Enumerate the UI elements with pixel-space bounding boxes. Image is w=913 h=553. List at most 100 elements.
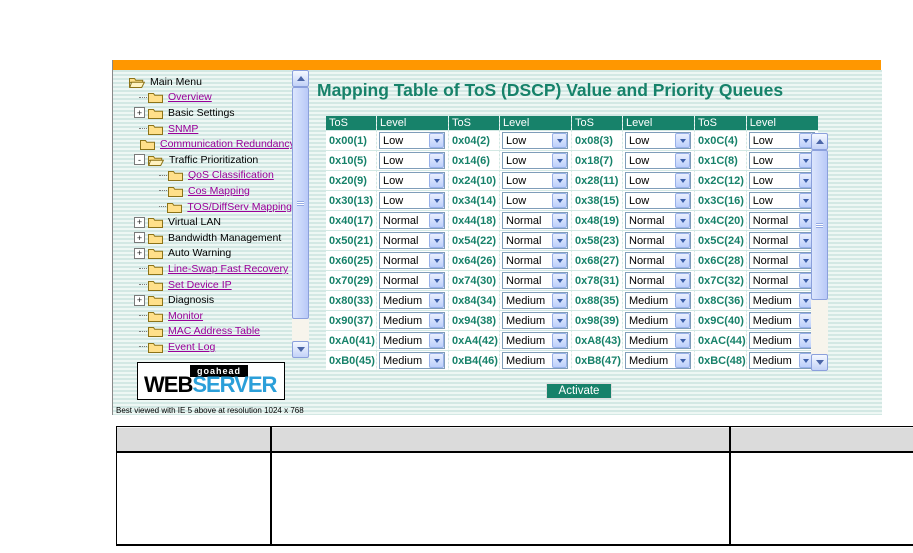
chevron-down-icon[interactable] xyxy=(552,313,567,328)
expand-icon[interactable]: + xyxy=(134,216,145,228)
level-select[interactable]: Low xyxy=(748,192,815,209)
level-select[interactable]: Medium xyxy=(748,292,815,309)
chevron-down-icon[interactable] xyxy=(552,353,567,368)
chevron-down-icon[interactable] xyxy=(552,253,567,268)
level-select[interactable]: Low xyxy=(625,192,691,209)
chevron-down-icon[interactable] xyxy=(429,273,444,288)
chevron-down-icon[interactable] xyxy=(675,233,690,248)
level-select[interactable]: Low xyxy=(502,172,568,189)
sidebar-item[interactable]: Communication Redundancy xyxy=(113,136,292,152)
chevron-down-icon[interactable] xyxy=(675,313,690,328)
level-select[interactable]: Normal xyxy=(748,232,815,249)
chevron-down-icon[interactable] xyxy=(675,173,690,188)
sidebar-item[interactable]: MAC Address Table xyxy=(113,324,292,340)
sidebar-scrollbar-thumb[interactable] xyxy=(292,87,309,319)
level-select[interactable]: Medium xyxy=(379,312,445,329)
level-select[interactable]: Low xyxy=(379,132,445,149)
sidebar-item-label[interactable]: TOS/DiffServ Mapping xyxy=(187,201,292,213)
level-select[interactable]: Medium xyxy=(748,312,815,329)
sidebar-item-label[interactable]: MAC Address Table xyxy=(168,325,260,337)
chevron-down-icon[interactable] xyxy=(675,273,690,288)
chevron-down-icon[interactable] xyxy=(675,193,690,208)
level-select[interactable]: Low xyxy=(379,152,445,169)
sidebar-item-label[interactable]: Communication Redundancy xyxy=(160,138,292,150)
level-select[interactable]: Normal xyxy=(502,232,568,249)
level-select[interactable]: Medium xyxy=(625,332,691,349)
sidebar-item[interactable]: Cos Mapping xyxy=(113,183,292,199)
sidebar-item-label[interactable]: Event Log xyxy=(168,341,215,353)
chevron-down-icon[interactable] xyxy=(429,153,444,168)
level-select[interactable]: Normal xyxy=(502,212,568,229)
sidebar-item[interactable]: Set Device IP xyxy=(113,277,292,293)
sidebar-item[interactable]: Line-Swap Fast Recovery xyxy=(113,261,292,277)
chevron-down-icon[interactable] xyxy=(552,333,567,348)
chevron-down-icon[interactable] xyxy=(429,313,444,328)
table-scrollbar-track[interactable] xyxy=(811,150,828,354)
level-select[interactable]: Normal xyxy=(748,212,815,229)
sidebar-item[interactable]: TOS/DiffServ Mapping xyxy=(113,199,292,215)
level-select[interactable]: Low xyxy=(502,132,568,149)
chevron-down-icon[interactable] xyxy=(675,253,690,268)
level-select[interactable]: Normal xyxy=(502,252,568,269)
sidebar-item[interactable]: SNMP xyxy=(113,121,292,137)
level-select[interactable]: Normal xyxy=(379,272,445,289)
level-select[interactable]: Medium xyxy=(625,312,691,329)
expand-icon[interactable]: + xyxy=(134,294,145,306)
chevron-down-icon[interactable] xyxy=(552,133,567,148)
level-select[interactable]: Normal xyxy=(625,272,691,289)
level-select[interactable]: Medium xyxy=(748,332,815,349)
sidebar-item-label[interactable]: Set Device IP xyxy=(168,279,232,291)
level-select[interactable]: Normal xyxy=(502,272,568,289)
chevron-down-icon[interactable] xyxy=(552,273,567,288)
sidebar-item[interactable]: Overview xyxy=(113,90,292,106)
level-select[interactable]: Low xyxy=(748,132,815,149)
chevron-down-icon[interactable] xyxy=(675,293,690,308)
level-select[interactable]: Low xyxy=(625,152,691,169)
level-select[interactable]: Medium xyxy=(502,312,568,329)
collapse-icon[interactable]: - xyxy=(134,154,145,166)
level-select[interactable]: Medium xyxy=(379,292,445,309)
chevron-down-icon[interactable] xyxy=(429,333,444,348)
level-select[interactable]: Medium xyxy=(625,352,691,369)
level-select[interactable]: Low xyxy=(625,132,691,149)
level-select[interactable]: Medium xyxy=(748,352,815,369)
chevron-down-icon[interactable] xyxy=(675,353,690,368)
chevron-down-icon[interactable] xyxy=(429,353,444,368)
chevron-down-icon[interactable] xyxy=(675,133,690,148)
level-select[interactable]: Medium xyxy=(502,332,568,349)
chevron-down-icon[interactable] xyxy=(429,213,444,228)
level-select[interactable]: Normal xyxy=(379,232,445,249)
level-select[interactable]: Low xyxy=(502,192,568,209)
scroll-up-button[interactable] xyxy=(292,70,309,87)
table-scrollbar[interactable] xyxy=(811,133,828,371)
chevron-down-icon[interactable] xyxy=(675,333,690,348)
sidebar-item[interactable]: Event Log xyxy=(113,339,292,355)
chevron-down-icon[interactable] xyxy=(552,233,567,248)
chevron-down-icon[interactable] xyxy=(429,173,444,188)
chevron-down-icon[interactable] xyxy=(675,213,690,228)
level-select[interactable]: Normal xyxy=(748,252,815,269)
expand-icon[interactable]: + xyxy=(134,247,145,259)
sidebar-item[interactable]: QoS Classification xyxy=(113,168,292,184)
chevron-down-icon[interactable] xyxy=(552,193,567,208)
level-select[interactable]: Low xyxy=(625,172,691,189)
level-select[interactable]: Medium xyxy=(502,292,568,309)
level-select[interactable]: Low xyxy=(379,172,445,189)
chevron-down-icon[interactable] xyxy=(429,293,444,308)
level-select[interactable]: Normal xyxy=(748,272,815,289)
chevron-down-icon[interactable] xyxy=(429,133,444,148)
chevron-down-icon[interactable] xyxy=(429,233,444,248)
expand-icon[interactable]: + xyxy=(134,232,145,244)
sidebar-scrollbar-track[interactable] xyxy=(292,87,309,341)
sidebar-item-label[interactable]: Cos Mapping xyxy=(188,185,250,197)
level-select[interactable]: Medium xyxy=(625,292,691,309)
level-select[interactable]: Medium xyxy=(379,352,445,369)
level-select[interactable]: Normal xyxy=(379,252,445,269)
table-scroll-down-button[interactable] xyxy=(811,354,828,371)
level-select[interactable]: Low xyxy=(748,152,815,169)
sidebar-item-label[interactable]: Monitor xyxy=(168,310,203,322)
chevron-down-icon[interactable] xyxy=(552,153,567,168)
sidebar-item-label[interactable]: QoS Classification xyxy=(188,169,274,181)
level-select[interactable]: Normal xyxy=(625,212,691,229)
level-select[interactable]: Normal xyxy=(379,212,445,229)
